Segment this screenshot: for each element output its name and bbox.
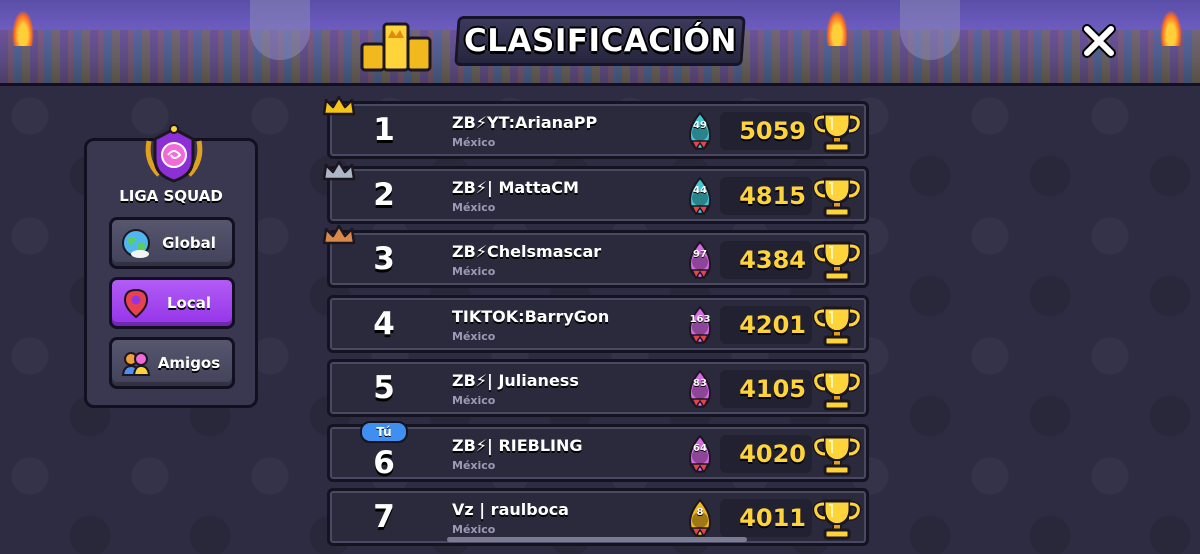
- level-flame-icon: [688, 240, 712, 280]
- trophy-icon: [812, 370, 862, 411]
- page-title: CLASIFICACIÓN: [463, 23, 737, 59]
- trophy-icon: [812, 435, 862, 476]
- player-name: ZB⚡YT:ArianaPP: [452, 113, 598, 132]
- trophy-icon: [812, 112, 862, 153]
- level-flame-icon: [688, 305, 712, 345]
- filter-amigos-button[interactable]: Amigos: [109, 337, 235, 389]
- leaderboard-row[interactable]: 3 ZB⚡Chelsmascar México 97 4384: [322, 224, 869, 288]
- trophy-icon: [812, 499, 862, 540]
- torch-icon: [12, 10, 34, 46]
- title-banner: CLASIFICACIÓN: [454, 16, 746, 66]
- rank-number: 6: [373, 445, 395, 481]
- filter-global-button[interactable]: Global: [109, 217, 235, 269]
- player-country: México: [452, 459, 496, 472]
- player-level: 163: [689, 314, 711, 325]
- torch-icon: [1160, 10, 1182, 46]
- rank-number: 4: [373, 306, 395, 342]
- torch-icon: [826, 10, 848, 46]
- level-flame-icon: [688, 111, 712, 151]
- filter-local-label: Local: [166, 294, 212, 312]
- rank-number: 3: [373, 241, 395, 277]
- rank-number: 5: [373, 370, 395, 406]
- player-level: 97: [693, 249, 707, 260]
- player-level: 64: [693, 443, 707, 454]
- player-score: 4011: [739, 504, 806, 532]
- player-name: TIKTOK:BarryGon: [452, 307, 610, 326]
- leaderboard-row[interactable]: 4 TIKTOK:BarryGon México 163 4201: [327, 295, 869, 353]
- player-country: México: [452, 394, 496, 407]
- player-level: 8: [696, 507, 704, 518]
- player-level: 49: [693, 120, 707, 131]
- leaderboard-row[interactable]: 2 ZB⚡| MattaCM México 44 4815: [322, 160, 869, 224]
- player-name: ZB⚡| RIEBLING: [452, 436, 583, 455]
- player-score: 4020: [739, 440, 806, 468]
- trophy-icon: [812, 241, 862, 282]
- player-name: Vz | raulboca: [452, 500, 569, 519]
- level-flame-icon: [688, 498, 712, 538]
- crown-icon: [322, 224, 356, 245]
- filter-local-button[interactable]: Local: [109, 277, 235, 329]
- player-score: 4384: [739, 246, 806, 274]
- league-name: LIGA SQUAD: [119, 187, 223, 205]
- rank-number: 2: [373, 177, 395, 213]
- player-name: ZB⚡Chelsmascar: [452, 242, 602, 261]
- filter-amigos-label: Amigos: [157, 354, 221, 372]
- player-score: 4815: [739, 182, 806, 210]
- player-score: 4201: [739, 311, 806, 339]
- player-name: ZB⚡| MattaCM: [452, 178, 579, 197]
- player-score: 4105: [739, 375, 806, 403]
- player-country: México: [452, 330, 496, 343]
- level-flame-icon: [688, 369, 712, 409]
- globe-icon: [122, 229, 150, 258]
- trophy-icon: [812, 177, 862, 218]
- stadium-arch: [250, 0, 310, 60]
- location-pin-icon: [123, 288, 149, 319]
- crown-icon: [322, 95, 356, 116]
- scrollbar[interactable]: [447, 537, 747, 542]
- rank-number: 7: [373, 499, 395, 535]
- leaderboard-row[interactable]: 1 ZB⚡YT:ArianaPP México 49 5059: [322, 95, 869, 159]
- filter-global-label: Global: [162, 234, 216, 252]
- player-level: 83: [693, 378, 707, 389]
- trophy-icon: [812, 306, 862, 347]
- player-country: México: [452, 523, 496, 536]
- rank-number: 1: [373, 112, 395, 148]
- close-icon: [1082, 24, 1116, 58]
- level-flame-icon: [688, 176, 712, 216]
- crown-icon: [322, 160, 356, 181]
- close-button[interactable]: [1078, 20, 1120, 62]
- league-panel: LIGA SQUAD Global Local Amigos: [84, 124, 258, 408]
- leaderboard-row[interactable]: Tú 6 ZB⚡| RIEBLING México 64 4020: [327, 421, 869, 482]
- friends-icon: [121, 352, 151, 376]
- league-badge-icon: [145, 124, 203, 183]
- player-country: México: [452, 265, 496, 278]
- player-level: 44: [693, 185, 707, 196]
- level-flame-icon: [688, 434, 712, 474]
- player-name: ZB⚡| Julianess: [452, 371, 579, 390]
- leaderboard-row[interactable]: 5 ZB⚡| Julianess México 83 4105: [327, 359, 869, 417]
- player-score: 5059: [739, 117, 806, 145]
- player-country: México: [452, 201, 496, 214]
- podium-icon: [360, 22, 432, 72]
- stadium-arch: [900, 0, 960, 60]
- player-country: México: [452, 136, 496, 149]
